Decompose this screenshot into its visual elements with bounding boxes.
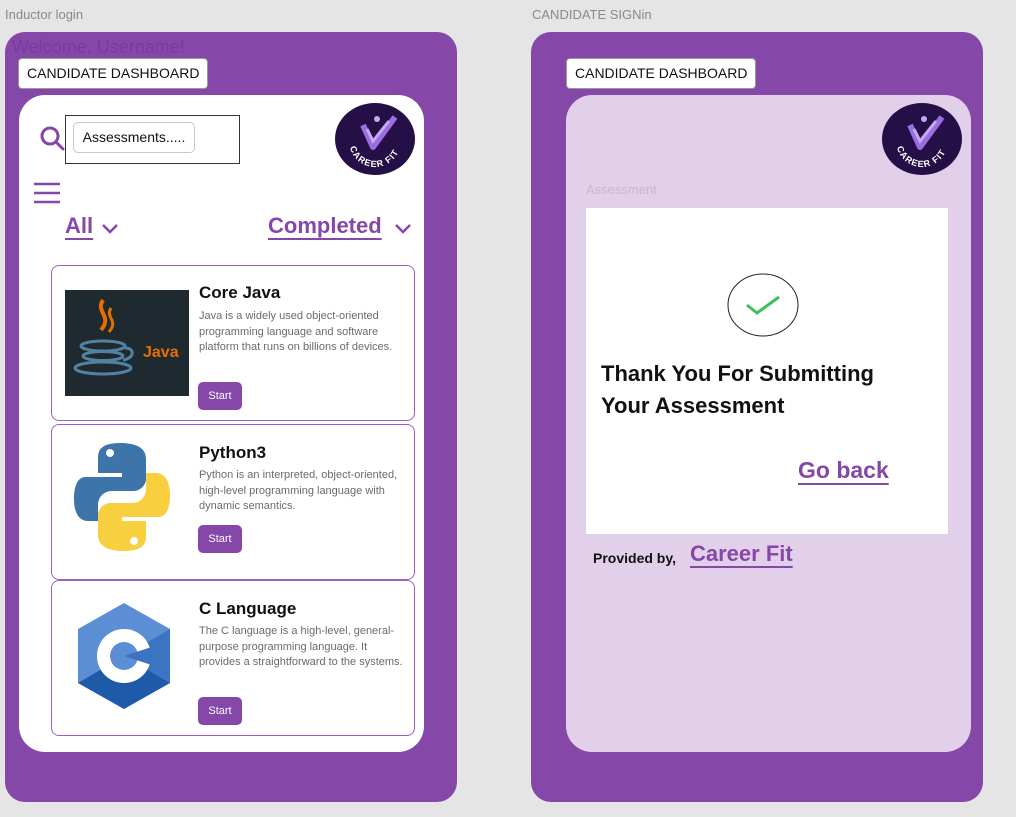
c-language-logo-icon	[78, 603, 170, 709]
filter-all[interactable]: All	[65, 213, 93, 239]
start-button[interactable]: Start	[198, 382, 242, 410]
candidate-signin-frame: CANDIDATE DASHBOARD CAREER FIT Assessmen…	[531, 32, 983, 802]
course-title: C Language	[199, 599, 297, 618]
course-title: Python3	[199, 443, 267, 462]
welcome-text: Welcome, Username!	[12, 37, 185, 57]
career-fit-logo: CAREER FIT	[882, 103, 962, 175]
search-box[interactable]: Assessments.....	[65, 115, 240, 164]
go-back-link[interactable]: Go back	[798, 457, 889, 484]
python-logo-icon	[74, 443, 170, 551]
start-button[interactable]: Start	[198, 697, 242, 725]
course-card-java[interactable]: Java Core Java Java is a widely used obj…	[51, 265, 415, 421]
search-icon[interactable]	[39, 125, 65, 151]
assessment-label: Assessment	[586, 182, 657, 197]
filter-completed[interactable]: Completed	[268, 213, 382, 239]
course-description: Python is an interpreted, object-oriente…	[199, 469, 398, 512]
frame-label-candidate-signin: CANDIDATE SIGNin	[532, 7, 652, 22]
chevron-down-icon[interactable]	[394, 221, 412, 235]
candidate-dashboard-button[interactable]: CANDIDATE DASHBOARD	[566, 58, 757, 89]
assessment-card: CAREER FIT Assessment Thank You For Subm…	[566, 95, 971, 752]
course-card-python[interactable]: Python3 Python is an interpreted, object…	[51, 424, 415, 580]
inductor-login-frame: Welcome, Username! CANDIDATE DASHBOARD A…	[5, 32, 457, 802]
dashboard-card: Assessments..... CAREER FIT All Complete…	[19, 95, 424, 752]
career-fit-logo: CAREER FIT	[335, 103, 415, 175]
java-logo-icon: Java	[65, 290, 189, 396]
candidate-dashboard-button[interactable]: CANDIDATE DASHBOARD	[18, 58, 209, 89]
chevron-down-icon[interactable]	[101, 221, 119, 235]
course-card-c[interactable]: C Language The C language is a high-leve…	[51, 580, 415, 736]
frame-label-inductor-login: Inductor login	[5, 7, 84, 22]
career-fit-link[interactable]: Career Fit	[690, 541, 793, 567]
course-description: Java is a widely used object-oriented pr…	[199, 310, 393, 353]
submission-panel: Thank You For Submitting Your Assessment…	[586, 208, 948, 534]
course-description: The C language is a high-level, general-…	[199, 625, 403, 668]
java-logo-word: Java	[143, 344, 179, 361]
course-title: Core Java	[199, 283, 281, 302]
thank-you-message: Thank You For Submitting Your Assessment	[601, 361, 874, 418]
hamburger-menu-icon[interactable]	[33, 181, 61, 205]
provided-by-label: Provided by,	[593, 550, 676, 566]
search-input[interactable]: Assessments.....	[73, 122, 195, 153]
start-button[interactable]: Start	[198, 525, 242, 553]
checkmark-icon	[727, 273, 799, 337]
